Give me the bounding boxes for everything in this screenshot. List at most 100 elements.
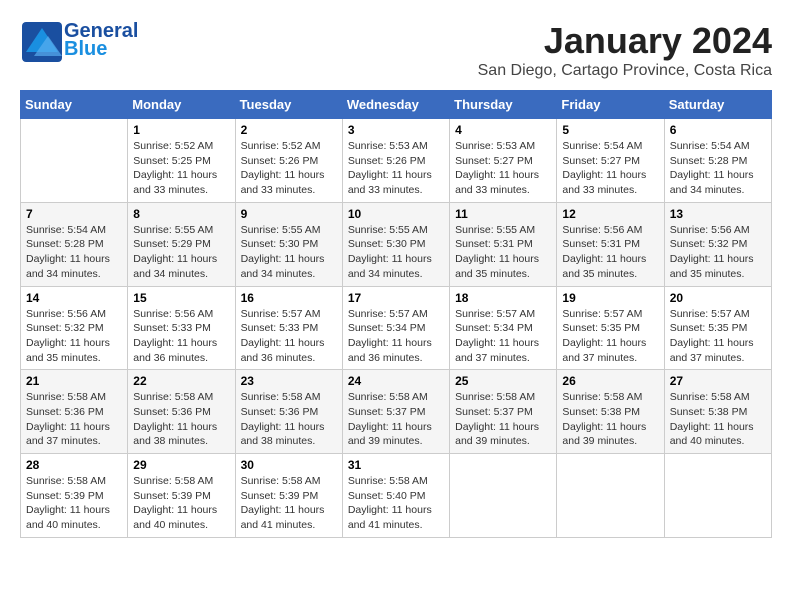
day-number: 18 [455,291,551,305]
calendar-cell: 10Sunrise: 5:55 AMSunset: 5:30 PMDayligh… [342,202,449,286]
day-number: 15 [133,291,229,305]
day-info: Sunrise: 5:54 AMSunset: 5:28 PMDaylight:… [26,223,122,282]
calendar-cell: 22 Sunrise: 5:58 AMSunset: 5:36 PMDayligh… [128,370,235,454]
col-header-sunday: Sunday [21,91,128,119]
day-info: Sunrise: 5:57 AMSunset: 5:35 PMDaylight:… [670,307,766,366]
day-number: 29 [133,458,229,472]
day-info: Sunrise: 5:53 AMSunset: 5:26 PMDaylight:… [348,139,444,198]
calendar-cell [21,119,128,203]
day-info: Sunrise: 5:58 AMSunset: 5:39 PMDaylight:… [241,474,337,533]
day-info: Sunrise: 5:55 AMSunset: 5:31 PMDaylight:… [455,223,551,282]
day-info: Sunrise: 5:52 AMSunset: 5:25 PMDaylight:… [133,139,229,198]
day-number: 21 [26,374,122,388]
page-title: January 2024 [478,20,772,62]
day-number: 28 [26,458,122,472]
day-info: Sunrise: 5:58 AMSunset: 5:38 PMDaylight:… [670,390,766,449]
day-info: Sunrise: 5:56 AMSunset: 5:32 PMDaylight:… [26,307,122,366]
calendar-cell: 14 Sunrise: 5:56 AMSunset: 5:32 PMDayligh… [21,286,128,370]
day-info: Sunrise: 5:56 AMSunset: 5:32 PMDaylight:… [670,223,766,282]
week-row-2: 7 Sunrise: 5:54 AMSunset: 5:28 PMDaylight… [21,202,772,286]
calendar-cell: 9Sunrise: 5:55 AMSunset: 5:30 PMDaylight… [235,202,342,286]
calendar-cell: 31Sunrise: 5:58 AMSunset: 5:40 PMDayligh… [342,454,449,538]
col-header-saturday: Saturday [664,91,771,119]
logo: General Blue [20,20,138,60]
calendar-cell: 11 Sunrise: 5:55 AMSunset: 5:31 PMDayligh… [450,202,557,286]
week-row-1: 1Sunrise: 5:52 AMSunset: 5:25 PMDaylight… [21,119,772,203]
calendar-cell: 25 Sunrise: 5:58 AMSunset: 5:37 PMDayligh… [450,370,557,454]
day-number: 8 [133,207,229,221]
calendar-cell: 7 Sunrise: 5:54 AMSunset: 5:28 PMDaylight… [21,202,128,286]
week-row-3: 14 Sunrise: 5:56 AMSunset: 5:32 PMDayligh… [21,286,772,370]
logo-icon [20,20,60,60]
day-info: Sunrise: 5:56 AMSunset: 5:31 PMDaylight:… [562,223,658,282]
day-info: Sunrise: 5:58 AMSunset: 5:36 PMDaylight:… [26,390,122,449]
day-number: 17 [348,291,444,305]
day-info: Sunrise: 5:57 AMSunset: 5:35 PMDaylight:… [562,307,658,366]
calendar-cell: 29 Sunrise: 5:58 AMSunset: 5:39 PMDayligh… [128,454,235,538]
calendar-cell: 1Sunrise: 5:52 AMSunset: 5:25 PMDaylight… [128,119,235,203]
col-header-wednesday: Wednesday [342,91,449,119]
day-number: 24 [348,374,444,388]
calendar-cell: 18 Sunrise: 5:57 AMSunset: 5:34 PMDayligh… [450,286,557,370]
day-number: 13 [670,207,766,221]
day-number: 12 [562,207,658,221]
day-number: 2 [241,123,337,137]
day-info: Sunrise: 5:54 AMSunset: 5:28 PMDaylight:… [670,139,766,198]
calendar-cell: 8 Sunrise: 5:55 AMSunset: 5:29 PMDaylight… [128,202,235,286]
day-info: Sunrise: 5:58 AMSunset: 5:39 PMDaylight:… [133,474,229,533]
day-number: 7 [26,207,122,221]
calendar-cell: 12 Sunrise: 5:56 AMSunset: 5:31 PMDayligh… [557,202,664,286]
day-number: 14 [26,291,122,305]
day-number: 10 [348,207,444,221]
header: General Blue January 2024 San Diego, Car… [20,20,772,80]
day-number: 22 [133,374,229,388]
day-info: Sunrise: 5:58 AMSunset: 5:40 PMDaylight:… [348,474,444,533]
calendar-cell: 6Sunrise: 5:54 AMSunset: 5:28 PMDaylight… [664,119,771,203]
day-info: Sunrise: 5:57 AMSunset: 5:33 PMDaylight:… [241,307,337,366]
calendar-cell: 24 Sunrise: 5:58 AMSunset: 5:37 PMDayligh… [342,370,449,454]
day-info: Sunrise: 5:57 AMSunset: 5:34 PMDaylight:… [455,307,551,366]
day-number: 30 [241,458,337,472]
week-row-4: 21 Sunrise: 5:58 AMSunset: 5:36 PMDayligh… [21,370,772,454]
day-number: 20 [670,291,766,305]
day-number: 4 [455,123,551,137]
day-info: Sunrise: 5:57 AMSunset: 5:34 PMDaylight:… [348,307,444,366]
calendar-cell: 13 Sunrise: 5:56 AMSunset: 5:32 PMDayligh… [664,202,771,286]
calendar-cell [664,454,771,538]
page-subtitle: San Diego, Cartago Province, Costa Rica [478,62,772,80]
day-number: 11 [455,207,551,221]
day-number: 19 [562,291,658,305]
calendar-cell: 3 Sunrise: 5:53 AMSunset: 5:26 PMDaylight… [342,119,449,203]
day-info: Sunrise: 5:56 AMSunset: 5:33 PMDaylight:… [133,307,229,366]
day-number: 5 [562,123,658,137]
col-header-thursday: Thursday [450,91,557,119]
calendar-cell: 23Sunrise: 5:58 AMSunset: 5:36 PMDayligh… [235,370,342,454]
calendar-cell: 4 Sunrise: 5:53 AMSunset: 5:27 PMDaylight… [450,119,557,203]
day-info: Sunrise: 5:55 AMSunset: 5:30 PMDaylight:… [241,223,337,282]
day-number: 3 [348,123,444,137]
day-number: 26 [562,374,658,388]
calendar-body: 1Sunrise: 5:52 AMSunset: 5:25 PMDaylight… [21,119,772,538]
day-info: Sunrise: 5:58 AMSunset: 5:37 PMDaylight:… [348,390,444,449]
day-info: Sunrise: 5:58 AMSunset: 5:38 PMDaylight:… [562,390,658,449]
day-number: 25 [455,374,551,388]
col-header-monday: Monday [128,91,235,119]
calendar-header-row: SundayMondayTuesdayWednesdayThursdayFrid… [21,91,772,119]
day-info: Sunrise: 5:55 AMSunset: 5:29 PMDaylight:… [133,223,229,282]
calendar-cell: 27 Sunrise: 5:58 AMSunset: 5:38 PMDayligh… [664,370,771,454]
calendar-cell: 19 Sunrise: 5:57 AMSunset: 5:35 PMDayligh… [557,286,664,370]
calendar-cell: 17 Sunrise: 5:57 AMSunset: 5:34 PMDayligh… [342,286,449,370]
calendar-cell: 26 Sunrise: 5:58 AMSunset: 5:38 PMDayligh… [557,370,664,454]
day-info: Sunrise: 5:54 AMSunset: 5:27 PMDaylight:… [562,139,658,198]
day-number: 27 [670,374,766,388]
day-info: Sunrise: 5:53 AMSunset: 5:27 PMDaylight:… [455,139,551,198]
calendar-table: SundayMondayTuesdayWednesdayThursdayFrid… [20,90,772,538]
day-info: Sunrise: 5:58 AMSunset: 5:36 PMDaylight:… [241,390,337,449]
calendar-cell: 20 Sunrise: 5:57 AMSunset: 5:35 PMDayligh… [664,286,771,370]
day-info: Sunrise: 5:58 AMSunset: 5:37 PMDaylight:… [455,390,551,449]
calendar-cell: 28Sunrise: 5:58 AMSunset: 5:39 PMDayligh… [21,454,128,538]
day-number: 16 [241,291,337,305]
calendar-cell: 16 Sunrise: 5:57 AMSunset: 5:33 PMDayligh… [235,286,342,370]
col-header-tuesday: Tuesday [235,91,342,119]
day-info: Sunrise: 5:58 AMSunset: 5:36 PMDaylight:… [133,390,229,449]
